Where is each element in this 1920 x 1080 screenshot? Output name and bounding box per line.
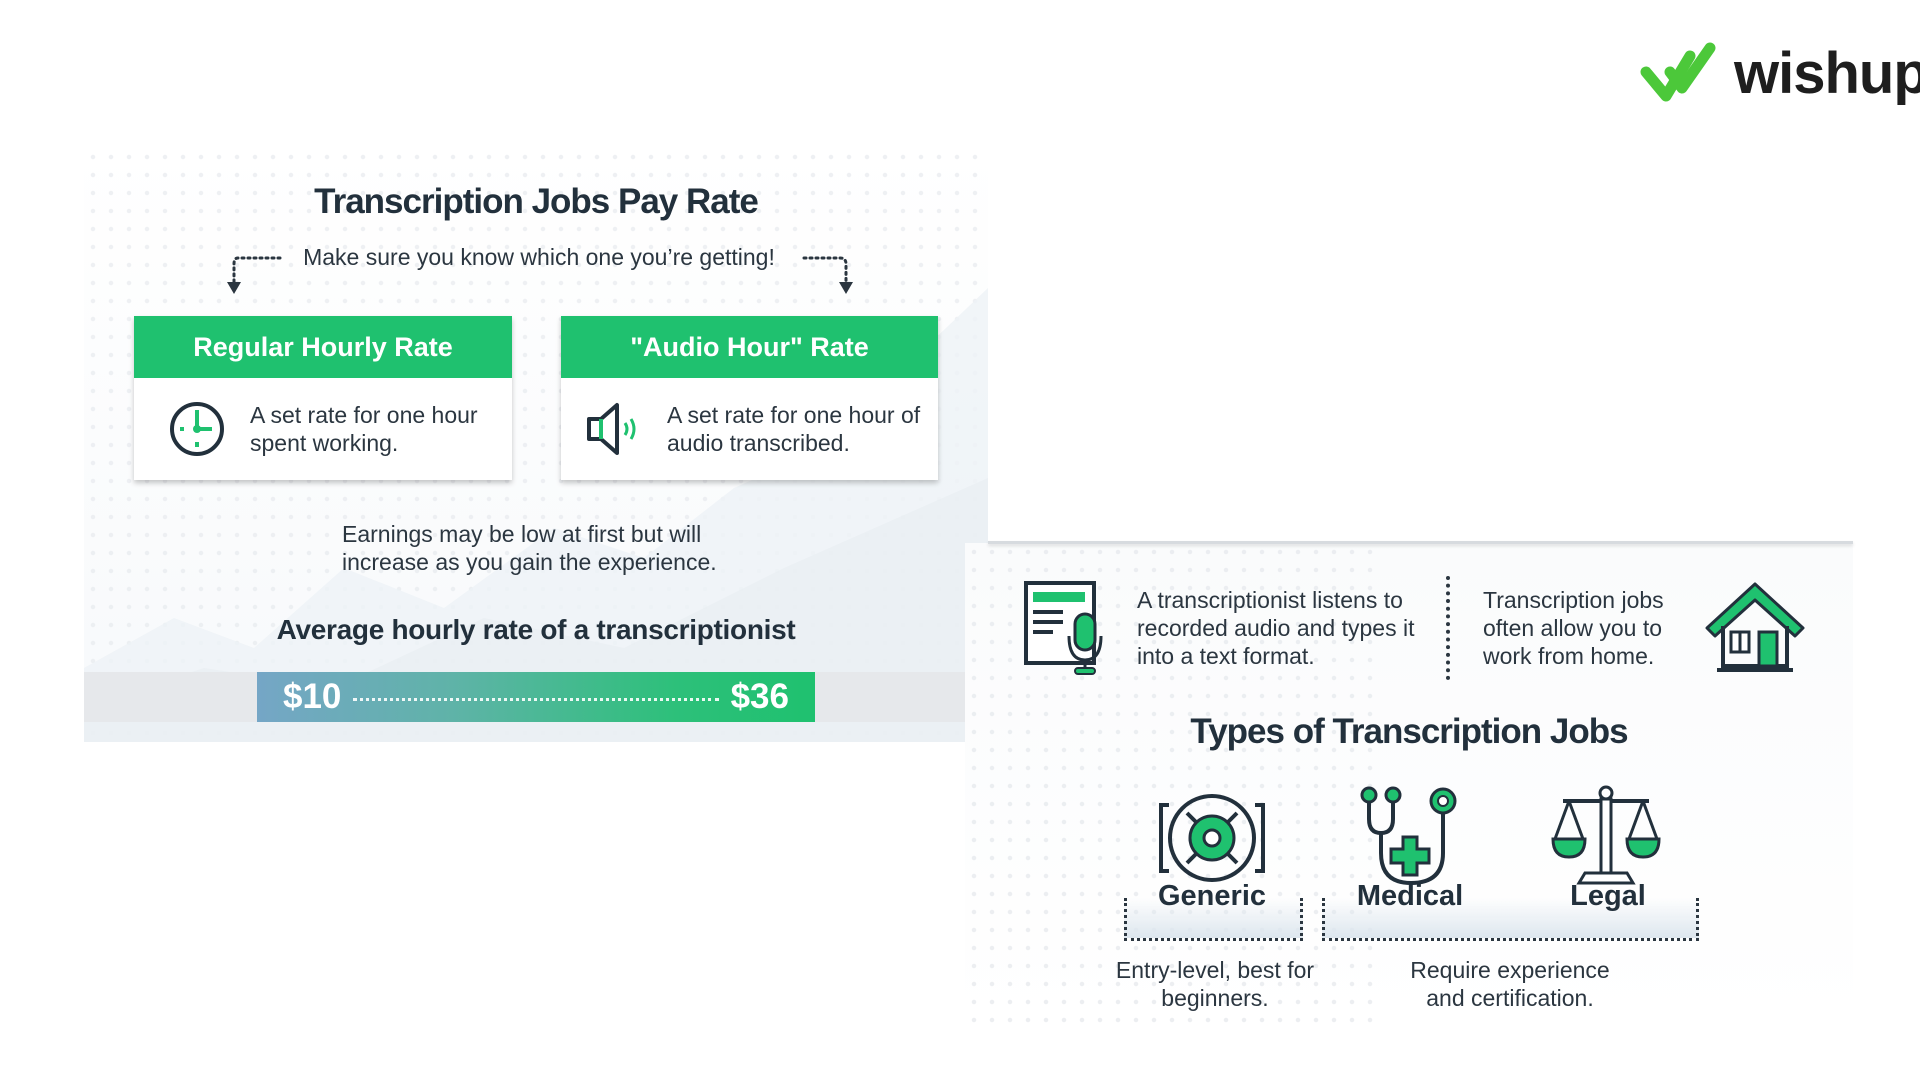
card-heading: "Audio Hour" Rate (561, 316, 938, 378)
job-types-title: Types of Transcription Jobs (1190, 712, 1628, 751)
panel-divider (988, 541, 1853, 544)
brand-name: wishup (1734, 41, 1920, 106)
job-type-medical: Medical (1356, 880, 1464, 912)
fact-work-from-home: Transcription jobs often allow you to wo… (1483, 587, 1664, 669)
specialty-description: Require experience and certification. (1410, 957, 1610, 1011)
stethoscope-icon (1360, 786, 1457, 886)
earnings-note: Earnings may be low at first but will in… (342, 521, 717, 575)
scales-icon (1551, 785, 1661, 885)
document-microphone-icon (1024, 581, 1103, 675)
double-check-icon (1640, 42, 1716, 102)
regular-hourly-rate-card: Regular Hourly Rate A set rate for one h… (134, 316, 512, 480)
average-rate-title: Average hourly rate of a transcriptionis… (276, 614, 796, 645)
card-description: A set rate for one hour spent working. (250, 402, 478, 456)
clock-icon (170, 402, 224, 456)
arrow-left-icon (227, 256, 282, 294)
wishup-logo: wishup (1640, 38, 1920, 108)
rate-range-bar: $10 $36 (257, 672, 815, 722)
speaker-target-icon (1159, 794, 1265, 882)
generic-description: Entry-level, best for beginners. (1115, 957, 1315, 1011)
arrow-right-icon (802, 256, 853, 294)
speaker-icon (587, 403, 636, 455)
fact-divider (1446, 576, 1450, 680)
job-type-generic: Generic (1158, 880, 1266, 912)
pay-rate-subtitle: Make sure you know which one you’re gett… (303, 244, 775, 270)
rate-dotted-line (353, 697, 719, 701)
job-type-legal: Legal (1570, 880, 1646, 912)
pay-rate-title: Transcription Jobs Pay Rate (314, 182, 759, 221)
card-description: A set rate for one hour of audio transcr… (667, 402, 921, 456)
fact-transcriptionist: A transcriptionist listens to recorded a… (1137, 587, 1415, 669)
rate-max: $36 (730, 677, 789, 716)
rate-min: $10 (283, 677, 342, 716)
card-heading: Regular Hourly Rate (134, 316, 512, 378)
house-icon (1705, 582, 1805, 672)
audio-hour-rate-card: "Audio Hour" Rate A set rate for one hou… (561, 316, 938, 480)
